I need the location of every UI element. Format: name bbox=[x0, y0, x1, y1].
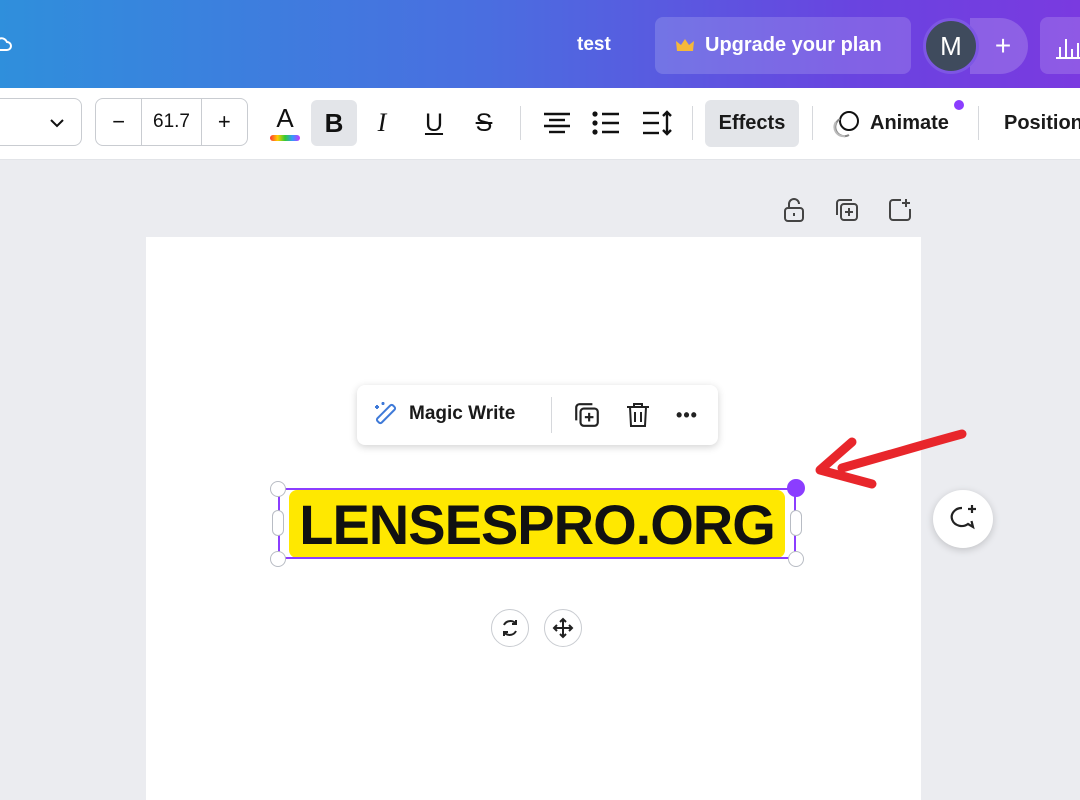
align-center-icon bbox=[544, 112, 570, 134]
insights-button[interactable] bbox=[1040, 17, 1080, 74]
notification-dot bbox=[952, 98, 966, 112]
animate-label: Animate bbox=[870, 112, 949, 134]
rotate-button[interactable] bbox=[491, 609, 529, 647]
bold-button[interactable]: B bbox=[311, 100, 357, 146]
animate-button[interactable]: Animate bbox=[830, 100, 949, 147]
red-arrow-annotation bbox=[815, 429, 967, 489]
text-color-icon: A bbox=[268, 103, 302, 143]
cloud-sync-icon[interactable] bbox=[0, 32, 14, 56]
more-options-button[interactable]: ••• bbox=[671, 399, 703, 431]
position-button[interactable]: Position bbox=[1004, 112, 1080, 135]
more-icon: ••• bbox=[676, 404, 698, 425]
document-title[interactable]: test bbox=[577, 34, 611, 56]
upgrade-plan-label: Upgrade your plan bbox=[705, 34, 882, 56]
delete-element-button[interactable] bbox=[622, 399, 654, 431]
italic-icon: I bbox=[377, 108, 387, 137]
strikethrough-button[interactable]: S bbox=[461, 100, 507, 146]
selection-box bbox=[278, 488, 796, 559]
effects-button[interactable]: Effects bbox=[705, 100, 799, 147]
add-comment-button[interactable] bbox=[933, 490, 993, 548]
menu-divider bbox=[551, 397, 552, 433]
animate-icon bbox=[833, 110, 859, 137]
move-icon bbox=[552, 617, 574, 639]
magic-write-label: Magic Write bbox=[409, 403, 516, 424]
increase-font-size-button[interactable]: + bbox=[202, 99, 247, 145]
resize-handle-bottom-left[interactable] bbox=[270, 551, 286, 567]
duplicate-element-button[interactable] bbox=[571, 399, 603, 431]
duplicate-page-button[interactable] bbox=[833, 196, 861, 224]
lock-icon bbox=[784, 198, 804, 222]
add-page-button[interactable] bbox=[886, 196, 914, 224]
resize-handle-top-right[interactable] bbox=[787, 479, 805, 497]
bullet-list-icon bbox=[592, 111, 619, 135]
magic-wand-icon bbox=[375, 402, 397, 425]
element-context-menu: Magic Write ••• bbox=[357, 385, 718, 445]
avatar[interactable]: M bbox=[923, 18, 979, 74]
rotate-icon bbox=[503, 620, 517, 636]
trash-icon bbox=[627, 403, 649, 427]
plus-icon: + bbox=[994, 30, 1012, 61]
resize-handle-right[interactable] bbox=[790, 510, 802, 536]
text-align-button[interactable] bbox=[534, 100, 580, 146]
toolbar-divider bbox=[978, 106, 979, 140]
toolbar-divider bbox=[692, 106, 693, 140]
resize-handle-bottom-right[interactable] bbox=[788, 551, 804, 567]
resize-handle-left[interactable] bbox=[272, 510, 284, 536]
font-select[interactable] bbox=[0, 98, 82, 146]
toolbar-divider bbox=[812, 106, 813, 140]
decrease-font-size-button[interactable]: − bbox=[96, 99, 141, 145]
resize-handle-top-left[interactable] bbox=[270, 481, 286, 497]
text-color-button[interactable]: A bbox=[262, 100, 308, 146]
duplicate-icon bbox=[836, 199, 858, 221]
magic-write-button[interactable]: Magic Write bbox=[371, 399, 515, 429]
move-button[interactable] bbox=[544, 609, 582, 647]
underline-button[interactable]: U bbox=[411, 100, 457, 146]
chevron-down-icon bbox=[50, 119, 64, 128]
top-header: test Upgrade your plan + M bbox=[0, 0, 1080, 88]
insights-icon bbox=[1056, 39, 1080, 59]
line-spacing-icon bbox=[643, 110, 672, 136]
text-toolbar: − 61.7 + A B I U S Effects Animate Posit… bbox=[0, 88, 1080, 160]
lock-button[interactable] bbox=[780, 196, 808, 224]
italic-button[interactable]: I bbox=[359, 100, 405, 146]
upgrade-plan-button[interactable]: Upgrade your plan bbox=[655, 17, 911, 74]
font-size-input[interactable]: 61.7 bbox=[141, 99, 202, 145]
toolbar-divider bbox=[520, 106, 521, 140]
add-page-icon bbox=[889, 199, 911, 221]
bold-icon: B bbox=[324, 107, 344, 138]
spacing-button[interactable] bbox=[634, 100, 680, 146]
font-size-stepper[interactable]: − 61.7 + bbox=[95, 98, 248, 146]
duplicate-icon bbox=[575, 403, 599, 427]
strikethrough-icon: S bbox=[475, 108, 493, 137]
underline-icon: U bbox=[424, 108, 444, 137]
list-button[interactable] bbox=[583, 100, 629, 146]
comment-add-icon bbox=[950, 505, 976, 530]
crown-icon bbox=[675, 37, 695, 55]
